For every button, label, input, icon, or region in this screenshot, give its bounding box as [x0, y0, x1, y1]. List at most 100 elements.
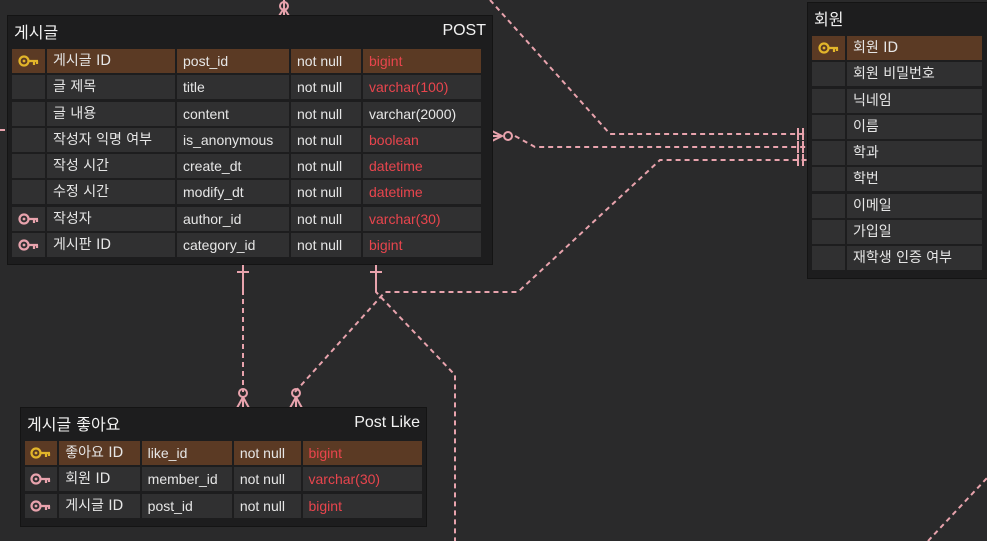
attribute-name: 작성 시간	[47, 154, 175, 179]
key-cell-empty	[12, 101, 45, 126]
attribute-row[interactable]: 게시글 ID post_id not null bigint	[25, 493, 423, 518]
attribute-row[interactable]: 이메일	[812, 193, 987, 218]
attribute-row[interactable]: 닉네임	[812, 88, 987, 113]
data-type: bigint	[363, 233, 481, 258]
key-cell-empty	[12, 75, 45, 100]
attribute-name: 재학생 인증 여부	[847, 246, 982, 271]
column-name: like_id	[141, 441, 232, 465]
entity-member[interactable]: 회원 회원 ID 회원 비밀번호 닉네임 이름 학과 학번 이메일 가입일 재학생 인증 여부	[808, 3, 987, 278]
pk-key-icon	[12, 49, 45, 73]
entity-title: 회원	[814, 10, 844, 29]
attribute-row[interactable]: 글 제목 title not null varchar(100)	[12, 75, 488, 100]
attribute-row[interactable]: 회원 ID	[812, 36, 987, 60]
column-name: content	[177, 101, 289, 126]
attribute-name: 학과	[847, 141, 982, 166]
column-name: category_id	[177, 233, 289, 258]
attribute-name: 회원 ID	[59, 467, 140, 492]
null-constraint: not null	[291, 75, 361, 100]
null-constraint: not null	[291, 206, 361, 231]
attribute-name: 회원 ID	[847, 36, 982, 60]
column-name: title	[177, 75, 289, 100]
key-cell-empty	[12, 127, 45, 152]
column-name: post_id	[177, 49, 289, 73]
data-type: varchar(30)	[363, 206, 481, 231]
data-type: datetime	[363, 154, 481, 179]
pk-key-icon	[25, 441, 58, 465]
entity-post-like[interactable]: 게시글 좋아요 Post Like 좋아요 ID like_id not null b…	[21, 408, 426, 526]
attribute-name: 회원 비밀번호	[847, 62, 982, 87]
entity-header: 게시글 POST	[8, 16, 492, 46]
key-cell-empty	[812, 167, 845, 192]
relation-line-member-1	[489, 0, 808, 135]
entity-title: 게시글	[14, 23, 59, 42]
attribute-row[interactable]: 학과	[812, 141, 987, 166]
attribute-row[interactable]: 좋아요 ID like_id not null bigint	[25, 441, 423, 465]
column-name: member_id	[141, 467, 232, 492]
null-constraint: not null	[233, 493, 301, 518]
attribute-name: 글 제목	[47, 75, 175, 100]
crow-foot-like-post	[236, 396, 250, 409]
attribute-name: 학번	[847, 167, 982, 192]
null-constraint: not null	[291, 154, 361, 179]
column-name: modify_dt	[177, 180, 289, 205]
crow-foot-top	[278, 0, 290, 17]
key-cell-empty	[12, 180, 45, 205]
attribute-name: 좋아요 ID	[59, 441, 140, 465]
attribute-name: 게시글 ID	[47, 49, 175, 73]
attribute-name: 작성자 익명 여부	[47, 127, 175, 152]
key-cell-empty	[12, 154, 45, 179]
attribute-name: 글 내용	[47, 101, 175, 126]
data-type: boolean	[363, 127, 481, 152]
attribute-name: 이메일	[847, 193, 982, 218]
attribute-row[interactable]: 글 내용 content not null varchar(2000)	[12, 101, 488, 126]
attribute-list: 좋아요 ID like_id not null bigint 회원 ID member_i…	[21, 438, 426, 522]
crow-foot-author	[491, 130, 505, 142]
attribute-row[interactable]: 수정 시간 modify_dt not null datetime	[12, 180, 488, 205]
null-constraint: not null	[291, 101, 361, 126]
attribute-row[interactable]: 가입일	[812, 220, 987, 245]
key-cell-empty	[812, 246, 845, 271]
entity-header: 회원	[808, 3, 987, 33]
data-type: varchar(100)	[363, 75, 481, 100]
entity-header: 게시글 좋아요 Post Like	[21, 408, 426, 438]
attribute-row[interactable]: 작성 시간 create_dt not null datetime	[12, 154, 488, 179]
attribute-row[interactable]: 회원 ID member_id not null varchar(30)	[25, 467, 423, 492]
attribute-row[interactable]: 재학생 인증 여부	[812, 246, 987, 271]
entity-physical-name: Post Like	[354, 414, 420, 431]
key-cell-empty	[812, 141, 845, 166]
attribute-row[interactable]: 게시글 ID post_id not null bigint	[12, 49, 488, 73]
attribute-list: 회원 ID 회원 비밀번호 닉네임 이름 학과 학번 이메일 가입일 재학생 인증 여부	[808, 33, 987, 275]
null-constraint: not null	[233, 441, 301, 465]
attribute-row[interactable]: 학번	[812, 167, 987, 192]
attribute-name: 게시판 ID	[47, 233, 175, 258]
null-constraint: not null	[291, 233, 361, 258]
attribute-name: 게시글 ID	[59, 493, 140, 518]
attribute-row[interactable]: 회원 비밀번호	[812, 62, 987, 87]
fk-key-icon	[25, 493, 58, 518]
null-constraint: not null	[233, 467, 301, 492]
null-constraint: not null	[291, 49, 361, 73]
entity-post[interactable]: 게시글 POST 게시글 ID post_id not null bigint 글 제목…	[8, 16, 492, 264]
attribute-row[interactable]: 이름	[812, 114, 987, 139]
column-name: author_id	[177, 206, 289, 231]
crow-foot-like-member	[289, 396, 303, 409]
one-marker-post-bottom	[237, 264, 249, 292]
data-type: bigint	[302, 493, 423, 518]
data-type: datetime	[363, 180, 481, 205]
one-marker-member-3	[797, 154, 804, 166]
attribute-row[interactable]: 게시판 ID category_id not null bigint	[12, 233, 488, 258]
key-cell-empty	[812, 88, 845, 113]
attribute-name: 가입일	[847, 220, 982, 245]
fk-key-icon	[25, 467, 58, 492]
attribute-row[interactable]: 작성자 익명 여부 is_anonymous not null boolean	[12, 127, 488, 152]
attribute-row[interactable]: 작성자 author_id not null varchar(30)	[12, 206, 488, 231]
attribute-name: 수정 시간	[47, 180, 175, 205]
column-name: post_id	[141, 493, 232, 518]
attribute-name: 이름	[847, 114, 982, 139]
one-marker-category	[370, 264, 382, 292]
attribute-name: 작성자	[47, 206, 175, 231]
pk-key-icon	[812, 36, 845, 60]
entity-title: 게시글 좋아요	[27, 415, 121, 434]
key-cell-empty	[812, 193, 845, 218]
attribute-list: 게시글 ID post_id not null bigint 글 제목 title not …	[8, 46, 492, 261]
